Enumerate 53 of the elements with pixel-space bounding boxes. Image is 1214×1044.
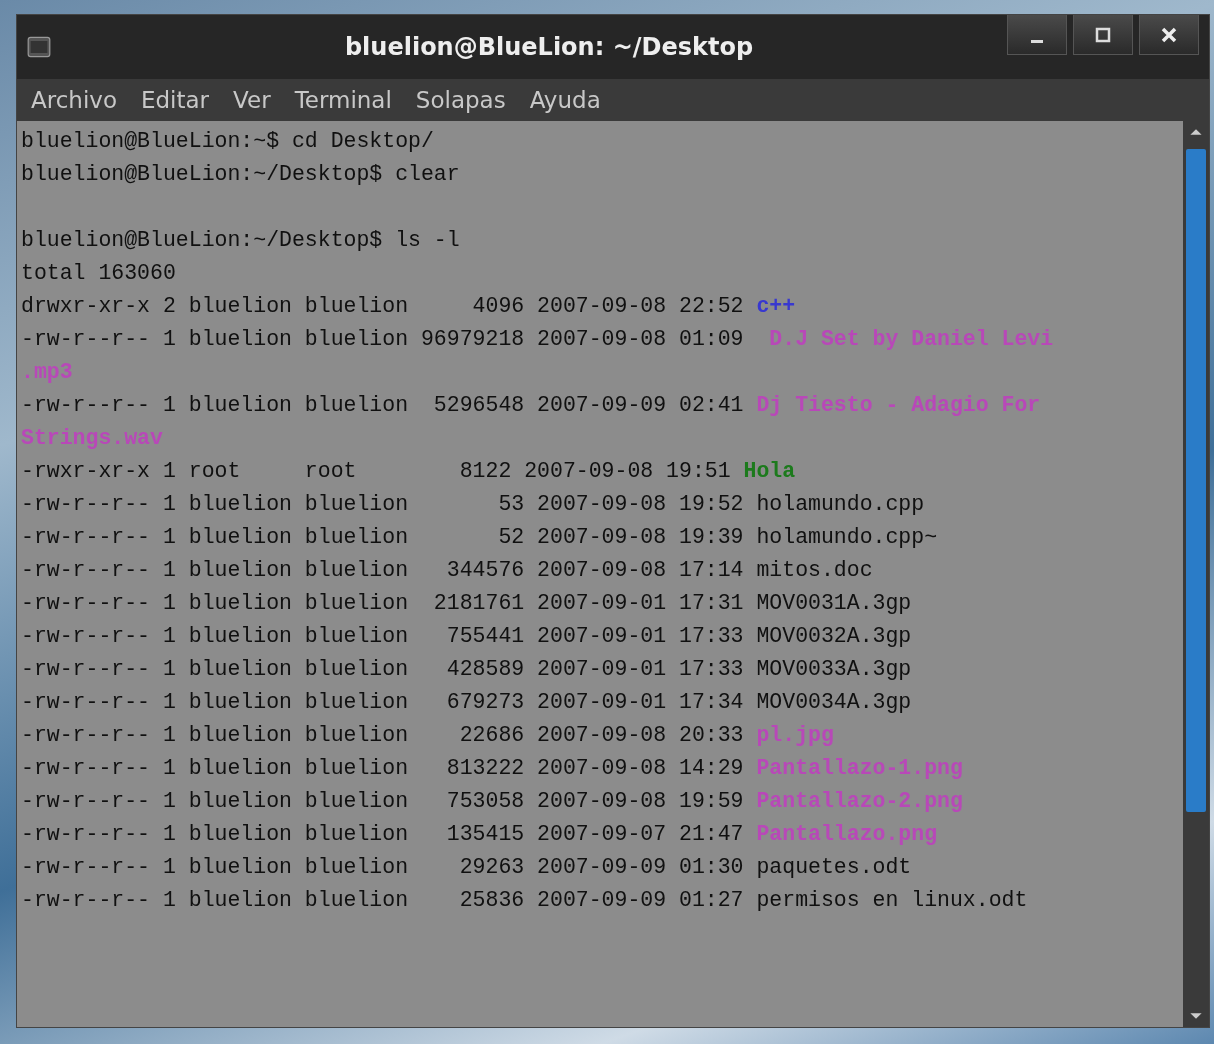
file-details: -rw-r--r-- 1 bluelion bluelion 755441 2007-09-01 17:33 (21, 624, 745, 648)
terminal-line: bluelion@BlueLion:~$ cd Desktop/ (21, 129, 434, 153)
menu-item[interactable]: Editar (141, 87, 210, 113)
menu-item[interactable]: Archivo (31, 87, 117, 113)
menu-item[interactable]: Terminal (294, 87, 392, 113)
file-details: -rw-r--r-- 1 bluelion bluelion 29263 2007-09-09 01:30 (21, 855, 745, 879)
maximize-button[interactable] (1073, 15, 1133, 55)
close-button[interactable] (1139, 15, 1199, 55)
file-details: drwxr-xr-x 2 bluelion bluelion 4096 2007-09-08 22:52 (21, 294, 745, 318)
file-details: -rw-r--r-- 1 bluelion bluelion 53 2007-09-08 19:52 (21, 492, 745, 516)
file-name: Pantallazo.png (756, 822, 938, 846)
file-name: MOV0032A.3gp (756, 624, 912, 648)
file-details: -rwxr-xr-x 1 root root 8122 2007-09-08 19:51 (21, 459, 732, 483)
file-name: holamundo.cpp (756, 492, 925, 516)
menu-item[interactable]: Ayuda (529, 87, 601, 113)
file-name: Pantallazo-2.png (756, 789, 963, 813)
file-name-continuation: .mp3 (21, 360, 73, 384)
minimize-icon (1031, 40, 1043, 43)
terminal-line: bluelion@BlueLion:~/Desktop$ ls -l (21, 228, 460, 252)
file-name: pl.jpg (756, 723, 834, 747)
terminal-icon (27, 35, 51, 59)
file-details: -rw-r--r-- 1 bluelion bluelion 428589 2007-09-01 17:33 (21, 657, 745, 681)
file-name: D.J Set by Daniel Levi (768, 327, 1054, 351)
window-title: bluelion@BlueLion: ~/Desktop (343, 33, 755, 61)
menu-item[interactable]: Solapas (415, 87, 506, 113)
file-name: Dj Tiesto - Adagio For (756, 393, 1041, 417)
file-name: paquetes.odt (756, 855, 912, 879)
file-name: MOV0031A.3gp (756, 591, 912, 615)
file-details: -rw-r--r-- 1 bluelion bluelion 96979218 2007-09-08 01:09 (21, 327, 745, 351)
file-name: permisos en linux.odt (756, 888, 1028, 912)
file-details: -rw-r--r-- 1 bluelion bluelion 344576 2007-09-08 17:14 (21, 558, 745, 582)
file-name: Pantallazo-1.png (756, 756, 963, 780)
scroll-bar[interactable] (1183, 121, 1209, 1027)
terminal-line: total 163060 (21, 261, 176, 285)
file-name-continuation: Strings.wav (21, 426, 163, 450)
scroll-thumb[interactable] (1186, 149, 1206, 812)
file-details: -rw-r--r-- 1 bluelion bluelion 753058 2007-09-08 19:59 (21, 789, 745, 813)
file-details: -rw-r--r-- 1 bluelion bluelion 135415 2007-09-07 21:47 (21, 822, 745, 846)
terminal-line: bluelion@BlueLion:~/Desktop$ clear (21, 162, 460, 186)
file-name: MOV0034A.3gp (756, 690, 912, 714)
file-details: -rw-r--r-- 1 bluelion bluelion 52 2007-09-08 19:39 (21, 525, 745, 549)
file-details: -rw-r--r-- 1 bluelion bluelion 679273 2007-09-01 17:34 (21, 690, 745, 714)
file-details: -rw-r--r-- 1 bluelion bluelion 5296548 2007-09-09 02:41 (21, 393, 745, 417)
file-details: -rw-r--r-- 1 bluelion bluelion 813222 2007-09-08 14:29 (21, 756, 745, 780)
file-details: -rw-r--r-- 1 bluelion bluelion 25836 2007-09-09 01:27 (21, 888, 745, 912)
file-name: mitos.doc (756, 558, 873, 582)
menu-item[interactable]: Ver (233, 87, 271, 113)
file-details: -rw-r--r-- 1 bluelion bluelion 2181761 2007-09-01 17:31 (21, 591, 745, 615)
file-name: holamundo.cpp~ (756, 525, 938, 549)
file-name: c++ (756, 294, 796, 318)
file-details: -rw-r--r-- 1 bluelion bluelion 22686 2007-09-08 20:33 (21, 723, 745, 747)
file-name: Hola (743, 459, 796, 483)
file-name: MOV0033A.3gp (756, 657, 912, 681)
